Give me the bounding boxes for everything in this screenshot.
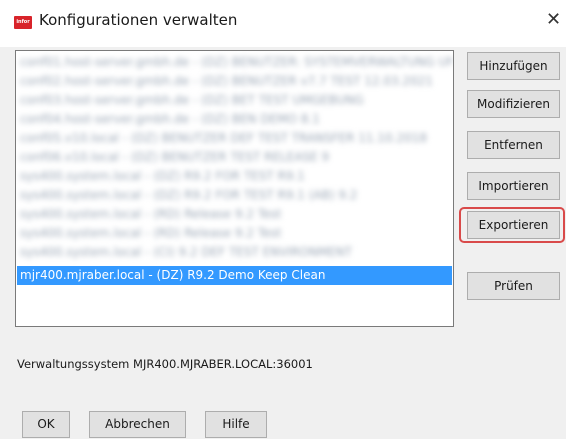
list-item[interactable]: conf01.host-server.gmbh.de - (DZ) BENUTZ… (17, 53, 452, 72)
check-button[interactable]: Prüfen (467, 272, 560, 300)
list-item[interactable]: conf06.v10.local - (DZ) BENUTZER TEST RE… (17, 148, 452, 167)
list-item[interactable]: conf03.host-server.gmbh.de - (DZ) BET TE… (17, 91, 452, 110)
ok-button[interactable]: OK (22, 411, 70, 438)
cancel-button[interactable]: Abbrechen (89, 411, 186, 438)
add-button[interactable]: Hinzufügen (467, 52, 560, 80)
export-button[interactable]: Exportieren (467, 211, 560, 239)
list-item-selected[interactable]: mjr400.mjraber.local - (DZ) R9.2 Demo Ke… (17, 266, 452, 285)
list-item[interactable]: sys400.system.local - (DZ) R9.2 FOR TEST… (17, 186, 452, 205)
status-text: Verwaltungssystem MJR400.MJRABER.LOCAL:3… (17, 357, 313, 371)
list-item[interactable]: sys400.system.local - (RD) Release 9.2 T… (17, 205, 452, 224)
list-item[interactable]: sys400.system.local - (DZ) R9.2 FOR TEST… (17, 167, 452, 186)
remove-button[interactable]: Entfernen (467, 131, 560, 159)
import-button[interactable]: Importieren (467, 172, 560, 200)
list-item[interactable]: sys400.system.local - (CI) 9.2 DEF TEST … (17, 243, 452, 262)
list-item[interactable]: conf04.host-server.gmbh.de - (DZ) BEN DE… (17, 110, 452, 129)
list-item[interactable]: conf02.host-server.gmbh.de - (DZ) BENUTZ… (17, 72, 452, 91)
close-icon[interactable]: ✕ (546, 6, 566, 34)
modify-button[interactable]: Modifizieren (467, 90, 560, 118)
configuration-list[interactable]: conf01.host-server.gmbh.de - (DZ) BENUTZ… (15, 50, 454, 327)
list-item[interactable]: conf05.v10.local - (DZ) BENUTZER DEF TES… (17, 129, 452, 148)
infor-logo-icon: infor (14, 16, 32, 29)
list-item[interactable]: sys400.system.local - (RD) Release 9.2 T… (17, 224, 452, 243)
help-button[interactable]: Hilfe (205, 411, 267, 438)
title-bar: infor Konfigurationen verwalten ✕ (0, 0, 566, 47)
manage-configurations-dialog: infor Konfigurationen verwalten ✕ conf01… (0, 0, 566, 439)
window-title: Konfigurationen verwalten (39, 11, 238, 29)
